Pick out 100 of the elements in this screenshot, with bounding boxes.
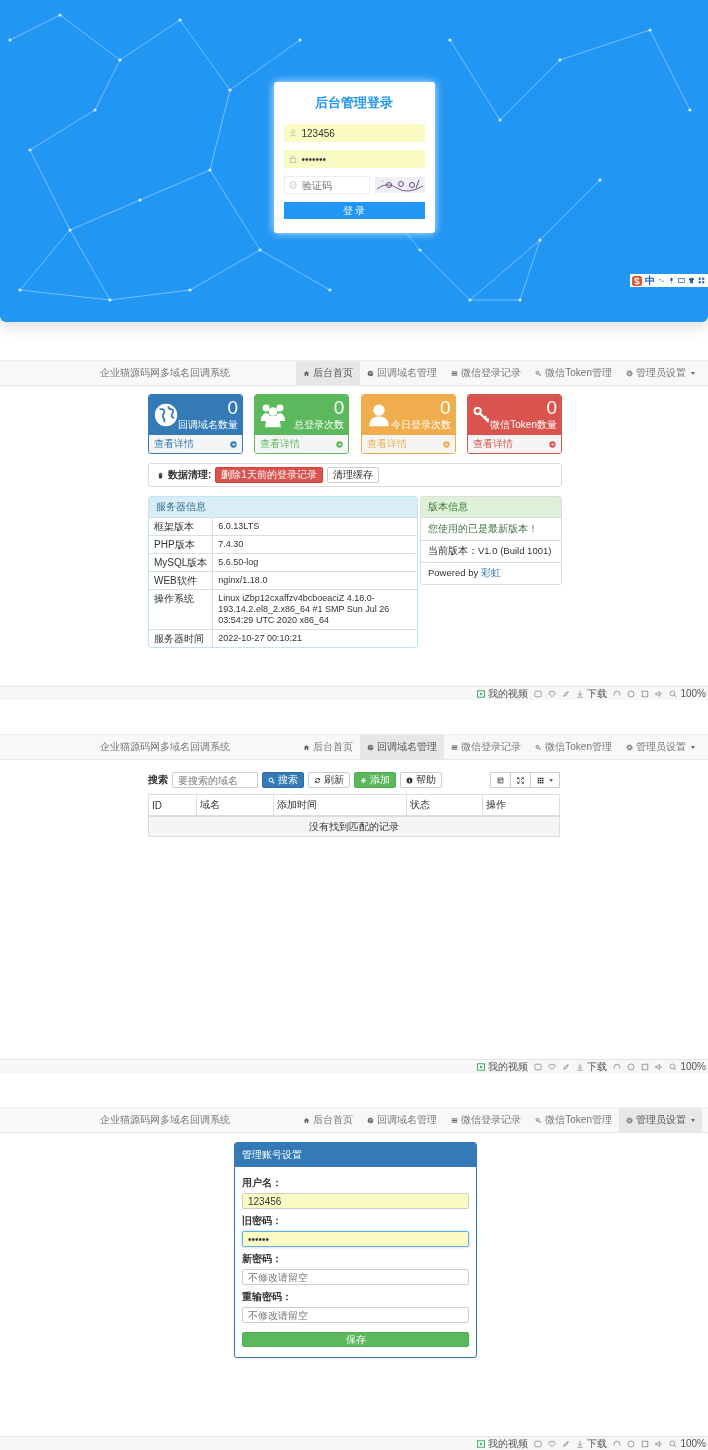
version-text: 当前版本：V1.0 (Build 1001) bbox=[421, 540, 561, 562]
screenshot-icon[interactable] bbox=[534, 1062, 543, 1071]
stat-label: 总登录次数 bbox=[294, 418, 345, 432]
window-icon[interactable] bbox=[641, 689, 650, 698]
download-link[interactable]: 下载 bbox=[587, 1437, 608, 1450]
input-field[interactable]: •••••• bbox=[242, 1231, 469, 1247]
table-cell: 操作系统 bbox=[149, 589, 213, 630]
my-videos-link[interactable]: 我的视频 bbox=[488, 1060, 529, 1073]
nav-tab[interactable]: 后台首页 bbox=[296, 735, 361, 759]
nav-tab[interactable]: 微信登录记录 bbox=[444, 735, 529, 759]
user-icon bbox=[366, 402, 391, 428]
stat-label: 微信Token数量 bbox=[490, 418, 557, 432]
lock-icon bbox=[288, 155, 297, 163]
nav-tab[interactable]: 微信登录记录 bbox=[444, 361, 529, 385]
brand-title[interactable]: 企业猫源码网多域名回调系统 bbox=[100, 366, 230, 380]
nav-tab[interactable]: 微信Token管理 bbox=[528, 1108, 619, 1132]
globe-icon bbox=[367, 369, 375, 377]
captcha-field[interactable]: 验证码 bbox=[283, 176, 370, 194]
details-link[interactable]: 查看详情 bbox=[154, 437, 194, 451]
zoom-level[interactable]: 100% bbox=[680, 1060, 706, 1073]
browser-icon[interactable] bbox=[627, 1062, 636, 1071]
nav-tab[interactable]: 微信Token管理 bbox=[528, 735, 619, 759]
nav-tab[interactable]: 回调域名管理 bbox=[360, 1108, 445, 1132]
play-icon[interactable] bbox=[477, 1062, 486, 1071]
nav-tab[interactable]: 微信登录记录 bbox=[444, 1108, 529, 1132]
user-icon bbox=[288, 129, 297, 137]
search-field[interactable]: 要搜索的域名 bbox=[172, 772, 258, 788]
ime-language-toggle[interactable]: 中 bbox=[645, 274, 655, 287]
password-field[interactable]: ••••••• bbox=[283, 150, 425, 168]
nav-tab[interactable]: 管理员设置 bbox=[619, 361, 702, 385]
zoom-icon[interactable] bbox=[669, 1439, 678, 1448]
punctuation-icon[interactable] bbox=[658, 277, 665, 284]
speaker-icon[interactable] bbox=[655, 1439, 664, 1448]
table-cell: WEB软件 bbox=[149, 571, 213, 590]
zoom-level[interactable]: 100% bbox=[680, 1437, 706, 1450]
download-link[interactable]: 下载 bbox=[587, 687, 608, 700]
nav-tab[interactable]: 微信Token管理 bbox=[528, 361, 619, 385]
brand-title[interactable]: 企业猫源码网多域名回调系统 bbox=[100, 1113, 230, 1127]
caret-icon bbox=[549, 778, 553, 782]
details-link[interactable]: 查看详情 bbox=[473, 437, 513, 451]
fullscreen-icon bbox=[517, 776, 524, 784]
shirt-icon[interactable] bbox=[688, 277, 695, 284]
input-field[interactable]: 123456 bbox=[242, 1193, 469, 1209]
field-label: 用户名： bbox=[242, 1176, 283, 1190]
arrow-circle-icon[interactable] bbox=[230, 440, 237, 448]
heart-icon[interactable] bbox=[548, 689, 557, 698]
nav-tab[interactable]: 后台首页 bbox=[296, 1108, 361, 1132]
screenshot-icon[interactable] bbox=[534, 1439, 543, 1448]
screenshot-icon[interactable] bbox=[534, 689, 543, 698]
arrow-circle-icon[interactable] bbox=[549, 440, 556, 448]
help-button[interactable]: 帮助 bbox=[400, 772, 442, 788]
download-link[interactable]: 下载 bbox=[587, 1060, 608, 1073]
brand-title[interactable]: 企业猫源码网多域名回调系统 bbox=[100, 740, 230, 754]
my-videos-link[interactable]: 我的视频 bbox=[488, 687, 529, 700]
author-link[interactable]: 彩虹 bbox=[480, 567, 501, 578]
input-field[interactable]: 不修改请留空 bbox=[242, 1307, 469, 1323]
zoom-icon[interactable] bbox=[669, 689, 678, 698]
ime-logo-icon[interactable] bbox=[632, 275, 642, 286]
my-videos-link[interactable]: 我的视频 bbox=[488, 1437, 529, 1450]
play-icon[interactable] bbox=[477, 1439, 486, 1448]
keyboard-icon[interactable] bbox=[678, 277, 685, 284]
browser-icon[interactable] bbox=[627, 689, 636, 698]
globe-icon bbox=[367, 1116, 375, 1124]
username-field[interactable]: 123456 bbox=[283, 124, 425, 142]
heart-icon[interactable] bbox=[548, 1062, 557, 1071]
nav-tab[interactable]: 回调域名管理 bbox=[360, 735, 445, 759]
grid-icon[interactable] bbox=[698, 277, 705, 284]
zoom-level[interactable]: 100% bbox=[680, 687, 706, 700]
search-button[interactable]: 搜索 bbox=[262, 772, 304, 788]
gear-icon bbox=[626, 1116, 633, 1124]
field-label: 旧密码： bbox=[242, 1214, 283, 1228]
window-icon[interactable] bbox=[641, 1062, 650, 1071]
arrow-circle-icon[interactable] bbox=[336, 440, 344, 448]
window-icon[interactable] bbox=[641, 1439, 650, 1448]
fullscreen-button[interactable] bbox=[510, 772, 531, 788]
zoom-icon[interactable] bbox=[669, 1062, 678, 1071]
nav-tab[interactable]: 管理员设置 bbox=[619, 1108, 702, 1132]
clear-cache-button[interactable]: 清理缓存 bbox=[326, 467, 379, 483]
speaker-icon[interactable] bbox=[655, 689, 664, 698]
search-icon bbox=[268, 776, 275, 784]
cleanup-label: 数据清理: bbox=[168, 468, 212, 482]
nav-tab[interactable]: 回调域名管理 bbox=[360, 361, 445, 385]
play-icon[interactable] bbox=[477, 689, 486, 698]
input-field[interactable]: 不修改请留空 bbox=[242, 1269, 469, 1285]
toggle-view-button[interactable] bbox=[490, 772, 511, 788]
heart-icon[interactable] bbox=[548, 1439, 557, 1448]
browser-icon[interactable] bbox=[627, 1439, 636, 1448]
grid-icon bbox=[537, 776, 544, 784]
delete-button[interactable]: 删除1天前的登录记录 bbox=[215, 467, 323, 483]
speaker-icon[interactable] bbox=[655, 1062, 664, 1071]
nav-tab[interactable]: 管理员设置 bbox=[619, 735, 702, 759]
microphone-icon[interactable] bbox=[668, 277, 675, 284]
columns-button[interactable] bbox=[530, 772, 560, 788]
download-icon[interactable] bbox=[576, 689, 585, 698]
stat-value: 0 bbox=[333, 398, 345, 418]
refresh-button[interactable]: 刷新 bbox=[308, 772, 350, 788]
download-icon[interactable] bbox=[576, 1062, 585, 1071]
download-icon[interactable] bbox=[576, 1439, 585, 1448]
nav-tab[interactable]: 后台首页 bbox=[296, 361, 361, 385]
arrow-circle-icon[interactable] bbox=[442, 440, 450, 448]
